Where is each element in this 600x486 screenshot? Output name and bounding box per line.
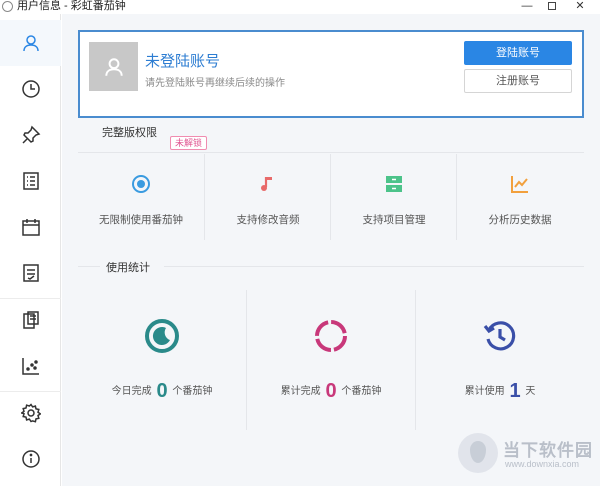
maximize-icon <box>548 2 556 10</box>
avatar <box>89 42 138 91</box>
title-bar: 用户信息 - 彩虹番茄钟 — ✕ <box>0 0 600 14</box>
info-icon <box>21 450 40 468</box>
feature-label: 支持项目管理 <box>362 214 426 226</box>
main-panel: 未登陆账号 请先登陆账号再继续后续的操作 登陆账号 注册账号 完整版权限 未解锁… <box>62 14 600 486</box>
history-icon <box>483 321 516 351</box>
feature-history-analysis: 分析历史数据 <box>457 154 583 240</box>
stats-heading: 使用统计 <box>106 262 150 274</box>
list-icon <box>22 172 39 190</box>
target-icon <box>132 175 150 193</box>
sidebar <box>0 14 61 486</box>
sidebar-item-clipboard[interactable] <box>0 297 61 343</box>
moon-clock-icon <box>145 319 179 353</box>
sidebar-item-statistics[interactable] <box>0 343 61 389</box>
account-status-title: 未登陆账号 <box>145 53 221 70</box>
stat-text: 累计完成 0 个番茄钟 <box>247 380 415 403</box>
stat-value: 1 <box>509 380 521 402</box>
window-title: 用户信息 - 彩虹番茄钟 <box>17 0 126 12</box>
pin-icon <box>21 125 40 144</box>
stat-prefix: 累计完成 <box>280 386 321 397</box>
app-icon <box>2 1 13 12</box>
stat-total-completed: 累计完成 0 个番茄钟 <box>247 290 415 430</box>
archive-icon <box>386 176 402 192</box>
user-icon <box>22 35 39 52</box>
stat-value: 0 <box>325 380 337 402</box>
sidebar-item-list[interactable] <box>0 158 61 204</box>
calendar-icon <box>21 219 40 236</box>
sidebar-item-document[interactable] <box>0 250 61 296</box>
sidebar-item-timer[interactable] <box>0 66 61 112</box>
sidebar-item-about[interactable] <box>0 436 61 482</box>
document-icon <box>22 264 39 282</box>
section-divider <box>78 266 100 267</box>
feature-label: 分析历史数据 <box>488 214 552 226</box>
dashed-ring-icon <box>315 320 347 352</box>
stat-total-days: 累计使用 1 天 <box>416 290 584 430</box>
minimize-button[interactable]: — <box>518 0 536 13</box>
feature-custom-audio: 支持修改音频 <box>205 154 331 240</box>
account-status-subtitle: 请先登陆账号再继续后续的操作 <box>145 78 285 89</box>
section-divider <box>78 152 584 153</box>
locked-badge: 未解锁 <box>170 136 208 150</box>
scatter-chart-icon <box>21 358 39 375</box>
watermark-logo <box>458 433 498 473</box>
sidebar-item-calendar[interactable] <box>0 204 61 250</box>
stat-suffix: 天 <box>525 386 536 397</box>
sidebar-item-pin[interactable] <box>0 112 61 158</box>
maximize-button[interactable] <box>543 0 561 13</box>
clock-icon <box>21 80 40 98</box>
user-icon <box>104 57 123 76</box>
close-button[interactable]: ✕ <box>568 0 592 13</box>
stat-value: 0 <box>156 380 168 402</box>
account-card: 未登陆账号 请先登陆账号再继续后续的操作 登陆账号 注册账号 <box>78 30 584 118</box>
watermark-url: www.downxia.com <box>505 459 580 469</box>
sidebar-item-settings[interactable] <box>0 390 61 436</box>
sidebar-item-user[interactable] <box>0 20 61 66</box>
register-button[interactable]: 注册账号 <box>464 69 572 93</box>
feature-unlimited-timer: 无限制使用番茄钟 <box>78 154 204 240</box>
stat-prefix: 今日完成 <box>111 386 152 397</box>
stat-suffix: 个番茄钟 <box>172 386 213 397</box>
section-divider <box>164 266 584 267</box>
watermark-text: 当下软件园 <box>503 441 593 460</box>
feature-label: 无限制使用番茄钟 <box>99 214 183 226</box>
clipboard-icon <box>22 311 39 329</box>
feature-label: 支持修改音频 <box>236 214 300 226</box>
login-button[interactable]: 登陆账号 <box>464 41 572 65</box>
stat-prefix: 累计使用 <box>464 386 505 397</box>
stat-suffix: 个番茄钟 <box>341 386 382 397</box>
feature-project-management: 支持项目管理 <box>331 154 457 240</box>
gear-icon <box>20 403 41 423</box>
stat-today-completed: 今日完成 0 个番茄钟 <box>78 290 246 430</box>
stat-text: 累计使用 1 天 <box>416 380 584 403</box>
premium-heading: 完整版权限 <box>102 127 157 139</box>
line-chart-icon <box>511 176 528 193</box>
stat-text: 今日完成 0 个番茄钟 <box>78 380 246 403</box>
music-note-icon <box>261 177 272 191</box>
